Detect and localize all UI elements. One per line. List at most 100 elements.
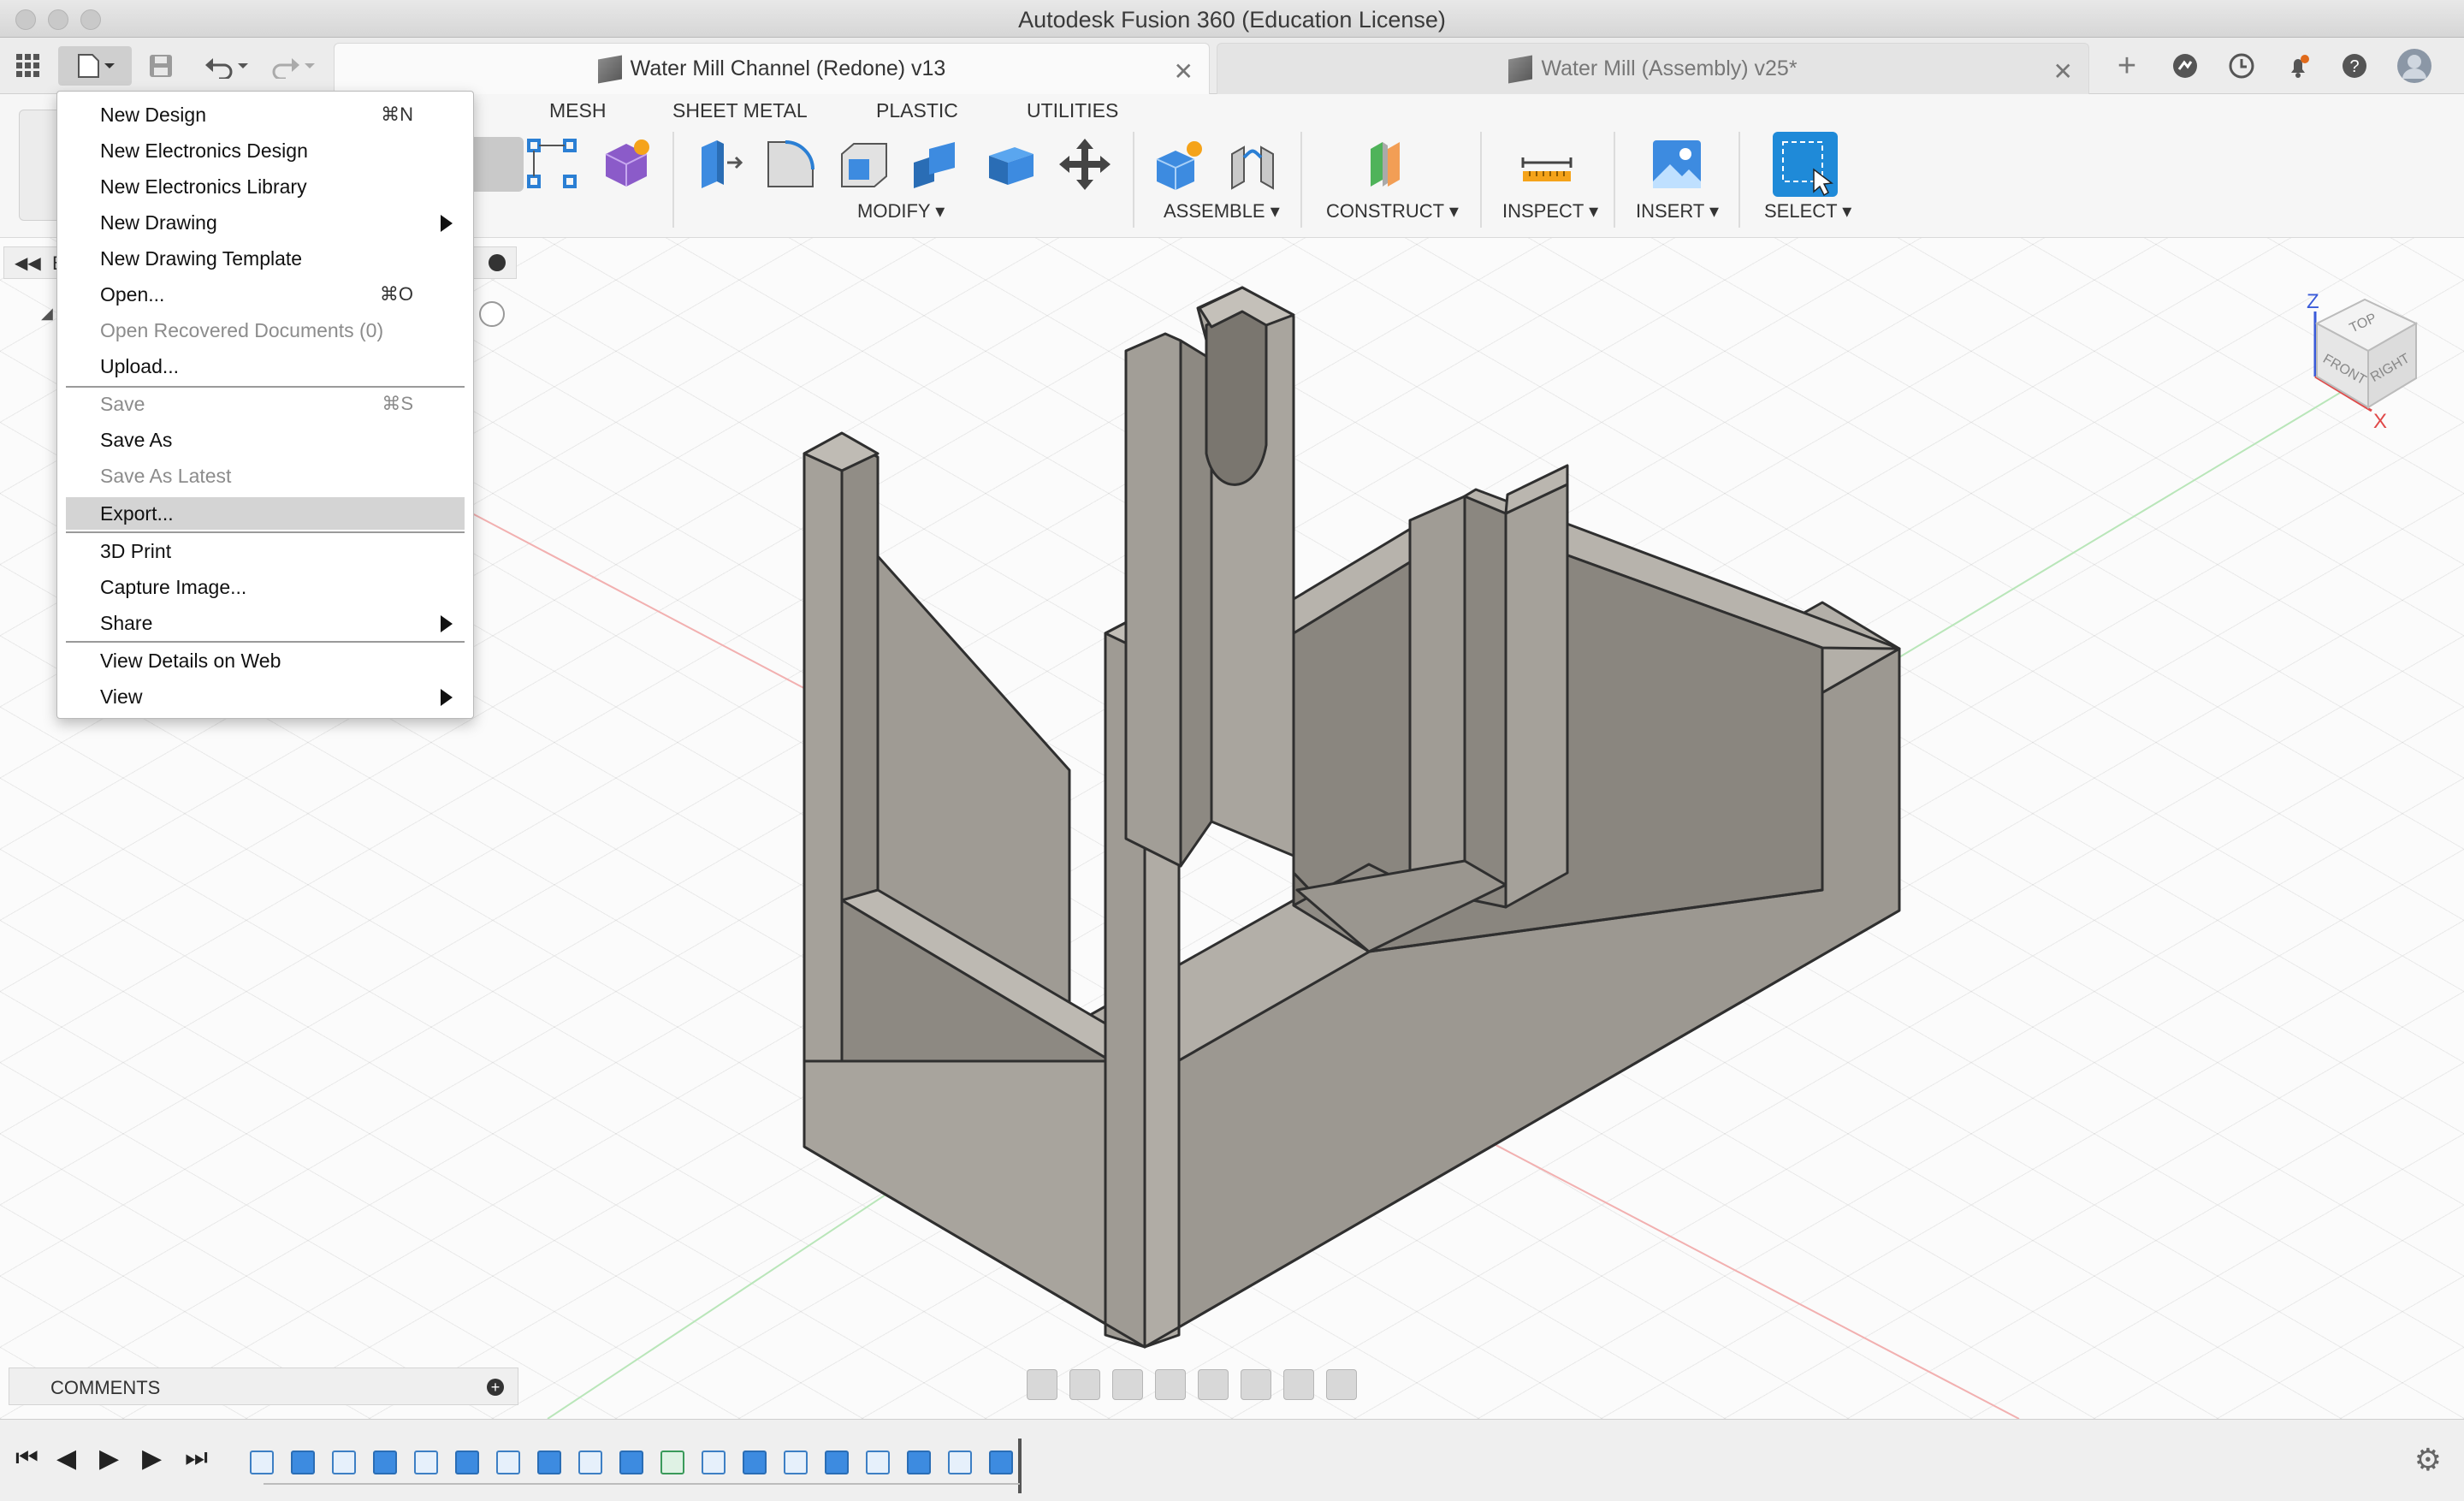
measure-icon[interactable]: [1519, 137, 1574, 192]
create-form-icon[interactable]: [599, 137, 654, 192]
tab-mesh[interactable]: MESH: [549, 99, 606, 122]
timeline-extrude-feature[interactable]: [455, 1451, 479, 1474]
menu-item-new-electronics-design[interactable]: New Electronics Design: [66, 134, 465, 167]
menu-item-upload[interactable]: Upload...: [66, 350, 465, 383]
close-tab-icon[interactable]: ✕: [1174, 57, 1194, 86]
new-component-icon[interactable]: [1152, 137, 1206, 192]
step-back-icon[interactable]: ◀: [56, 1444, 76, 1474]
shell-icon[interactable]: [837, 137, 891, 192]
revolve-tool-icon[interactable]: [469, 137, 524, 192]
menu-item-export[interactable]: Export...: [66, 497, 465, 530]
tab-water-mill-channel[interactable]: Water Mill Channel (Redone) v13 ✕: [334, 43, 1210, 94]
add-comment-icon[interactable]: +: [487, 1379, 504, 1396]
menu-item-view-details-on-web[interactable]: View Details on Web: [66, 644, 465, 677]
timeline-settings-gear-icon[interactable]: ⚙: [2414, 1442, 2442, 1478]
comments-panel[interactable]: COMMENTS +: [9, 1368, 518, 1405]
play-icon[interactable]: ▶: [99, 1444, 119, 1474]
data-panel-grid-icon[interactable]: [12, 46, 44, 86]
extensions-icon[interactable]: [2168, 46, 2202, 86]
fillet-icon[interactable]: [763, 137, 818, 192]
browser-options-icon[interactable]: [489, 254, 506, 271]
new-tab-plus-icon[interactable]: +: [2110, 46, 2144, 86]
timeline-extrude-feature[interactable]: [907, 1451, 931, 1474]
timeline-extrude-feature[interactable]: [373, 1451, 397, 1474]
timeline-extrude-feature[interactable]: [825, 1451, 849, 1474]
timeline-sketch-feature[interactable]: [332, 1451, 356, 1474]
menu-item-new-drawing-template[interactable]: New Drawing Template: [66, 242, 465, 275]
save-icon[interactable]: [144, 46, 178, 86]
go-to-start-icon[interactable]: ⏮: [15, 1444, 38, 1473]
timeline-plane-feature[interactable]: [660, 1451, 684, 1474]
notifications-bell-icon[interactable]: [2281, 46, 2315, 86]
press-pull-icon[interactable]: [690, 137, 744, 192]
grid-settings-icon[interactable]: [1283, 1369, 1314, 1400]
inspect-menu[interactable]: INSPECT ▾: [1502, 200, 1598, 222]
menu-item-new-design[interactable]: New Design ⌘N: [66, 98, 465, 131]
help-icon[interactable]: ?: [2337, 46, 2372, 86]
go-to-end-icon[interactable]: ⏭: [185, 1444, 208, 1473]
insert-menu[interactable]: INSERT ▾: [1636, 200, 1719, 222]
combine-icon[interactable]: [910, 137, 965, 192]
timeline-extrude-feature[interactable]: [989, 1451, 1013, 1474]
modify-menu[interactable]: MODIFY ▾: [857, 200, 945, 222]
tab-sheet-metal[interactable]: SHEET METAL: [672, 99, 808, 122]
active-component-radio[interactable]: [479, 301, 505, 327]
display-settings-icon[interactable]: [1241, 1369, 1271, 1400]
timeline-sketch-feature[interactable]: [948, 1451, 972, 1474]
timeline-extrude-feature[interactable]: [291, 1451, 315, 1474]
timeline-marker[interactable]: [1018, 1439, 1022, 1493]
undo-icon[interactable]: [200, 46, 255, 86]
menu-item-save-as[interactable]: Save As: [66, 424, 465, 456]
ribbon-separator: [1133, 132, 1134, 228]
menu-item-capture-image[interactable]: Capture Image...: [66, 571, 465, 603]
pan-hand-icon[interactable]: [1112, 1369, 1143, 1400]
expand-tree-icon[interactable]: ◢: [41, 305, 53, 323]
timeline-extrude-feature[interactable]: [537, 1451, 561, 1474]
joint-icon[interactable]: [1225, 137, 1280, 192]
assemble-menu[interactable]: ASSEMBLE ▾: [1164, 200, 1280, 222]
menu-item-open[interactable]: Open... ⌘O: [66, 278, 465, 311]
timeline-sketch-feature[interactable]: [414, 1451, 438, 1474]
select-tool-icon[interactable]: [1773, 132, 1838, 197]
offset-plane-icon[interactable]: [1362, 137, 1417, 192]
timeline-extrude-feature[interactable]: [743, 1451, 767, 1474]
job-status-clock-icon[interactable]: [2224, 46, 2259, 86]
collapse-browser-icon[interactable]: ◀◀: [15, 252, 41, 274]
tab-utilities[interactable]: UTILITIES: [1027, 99, 1118, 122]
timeline-sketch-feature[interactable]: [250, 1451, 274, 1474]
timeline-sketch-feature[interactable]: [702, 1451, 726, 1474]
user-avatar[interactable]: [2396, 46, 2433, 86]
window-title: Autodesk Fusion 360 (Education License): [1018, 7, 1446, 33]
menu-item-view[interactable]: View: [66, 680, 465, 713]
select-menu[interactable]: SELECT ▾: [1764, 200, 1851, 222]
look-at-icon[interactable]: [1069, 1369, 1100, 1400]
viewports-icon[interactable]: [1326, 1369, 1357, 1400]
timeline-extrude-feature[interactable]: [619, 1451, 643, 1474]
timeline-sketch-feature[interactable]: [496, 1451, 520, 1474]
file-menu: New Design ⌘N New Electronics Design New …: [56, 91, 474, 719]
zoom-icon[interactable]: [1155, 1369, 1186, 1400]
file-menu-button[interactable]: [58, 46, 132, 86]
menu-item-new-drawing[interactable]: New Drawing: [66, 206, 465, 239]
ribbon-separator: [1300, 132, 1302, 228]
orbit-icon[interactable]: [1027, 1369, 1057, 1400]
insert-image-icon[interactable]: [1650, 137, 1704, 192]
view-cube[interactable]: Z X TOP FRONT RIGHT: [2301, 282, 2430, 433]
menu-item-share[interactable]: Share: [66, 607, 465, 639]
menu-item-new-electronics-library[interactable]: New Electronics Library: [66, 170, 465, 203]
construct-menu[interactable]: CONSTRUCT ▾: [1326, 200, 1459, 222]
timeline-sketch-feature[interactable]: [866, 1451, 890, 1474]
tab-water-mill-assembly[interactable]: Water Mill (Assembly) v25* ✕: [1217, 43, 2089, 94]
step-forward-icon[interactable]: ▶: [142, 1444, 162, 1474]
redo-icon[interactable]: [265, 46, 320, 86]
fit-zoom-icon[interactable]: [1198, 1369, 1229, 1400]
pattern-tool-icon[interactable]: [525, 137, 580, 192]
move-copy-icon[interactable]: [1057, 137, 1112, 192]
timeline-sketch-feature[interactable]: [578, 1451, 602, 1474]
tab-plastic[interactable]: PLASTIC: [876, 99, 958, 122]
offset-face-icon[interactable]: [984, 137, 1039, 192]
menu-item-3d-print[interactable]: 3D Print: [66, 535, 465, 567]
water-mill-channel-model[interactable]: [803, 286, 1901, 1349]
close-tab-icon[interactable]: ✕: [2053, 57, 2073, 86]
timeline-sketch-feature[interactable]: [784, 1451, 808, 1474]
